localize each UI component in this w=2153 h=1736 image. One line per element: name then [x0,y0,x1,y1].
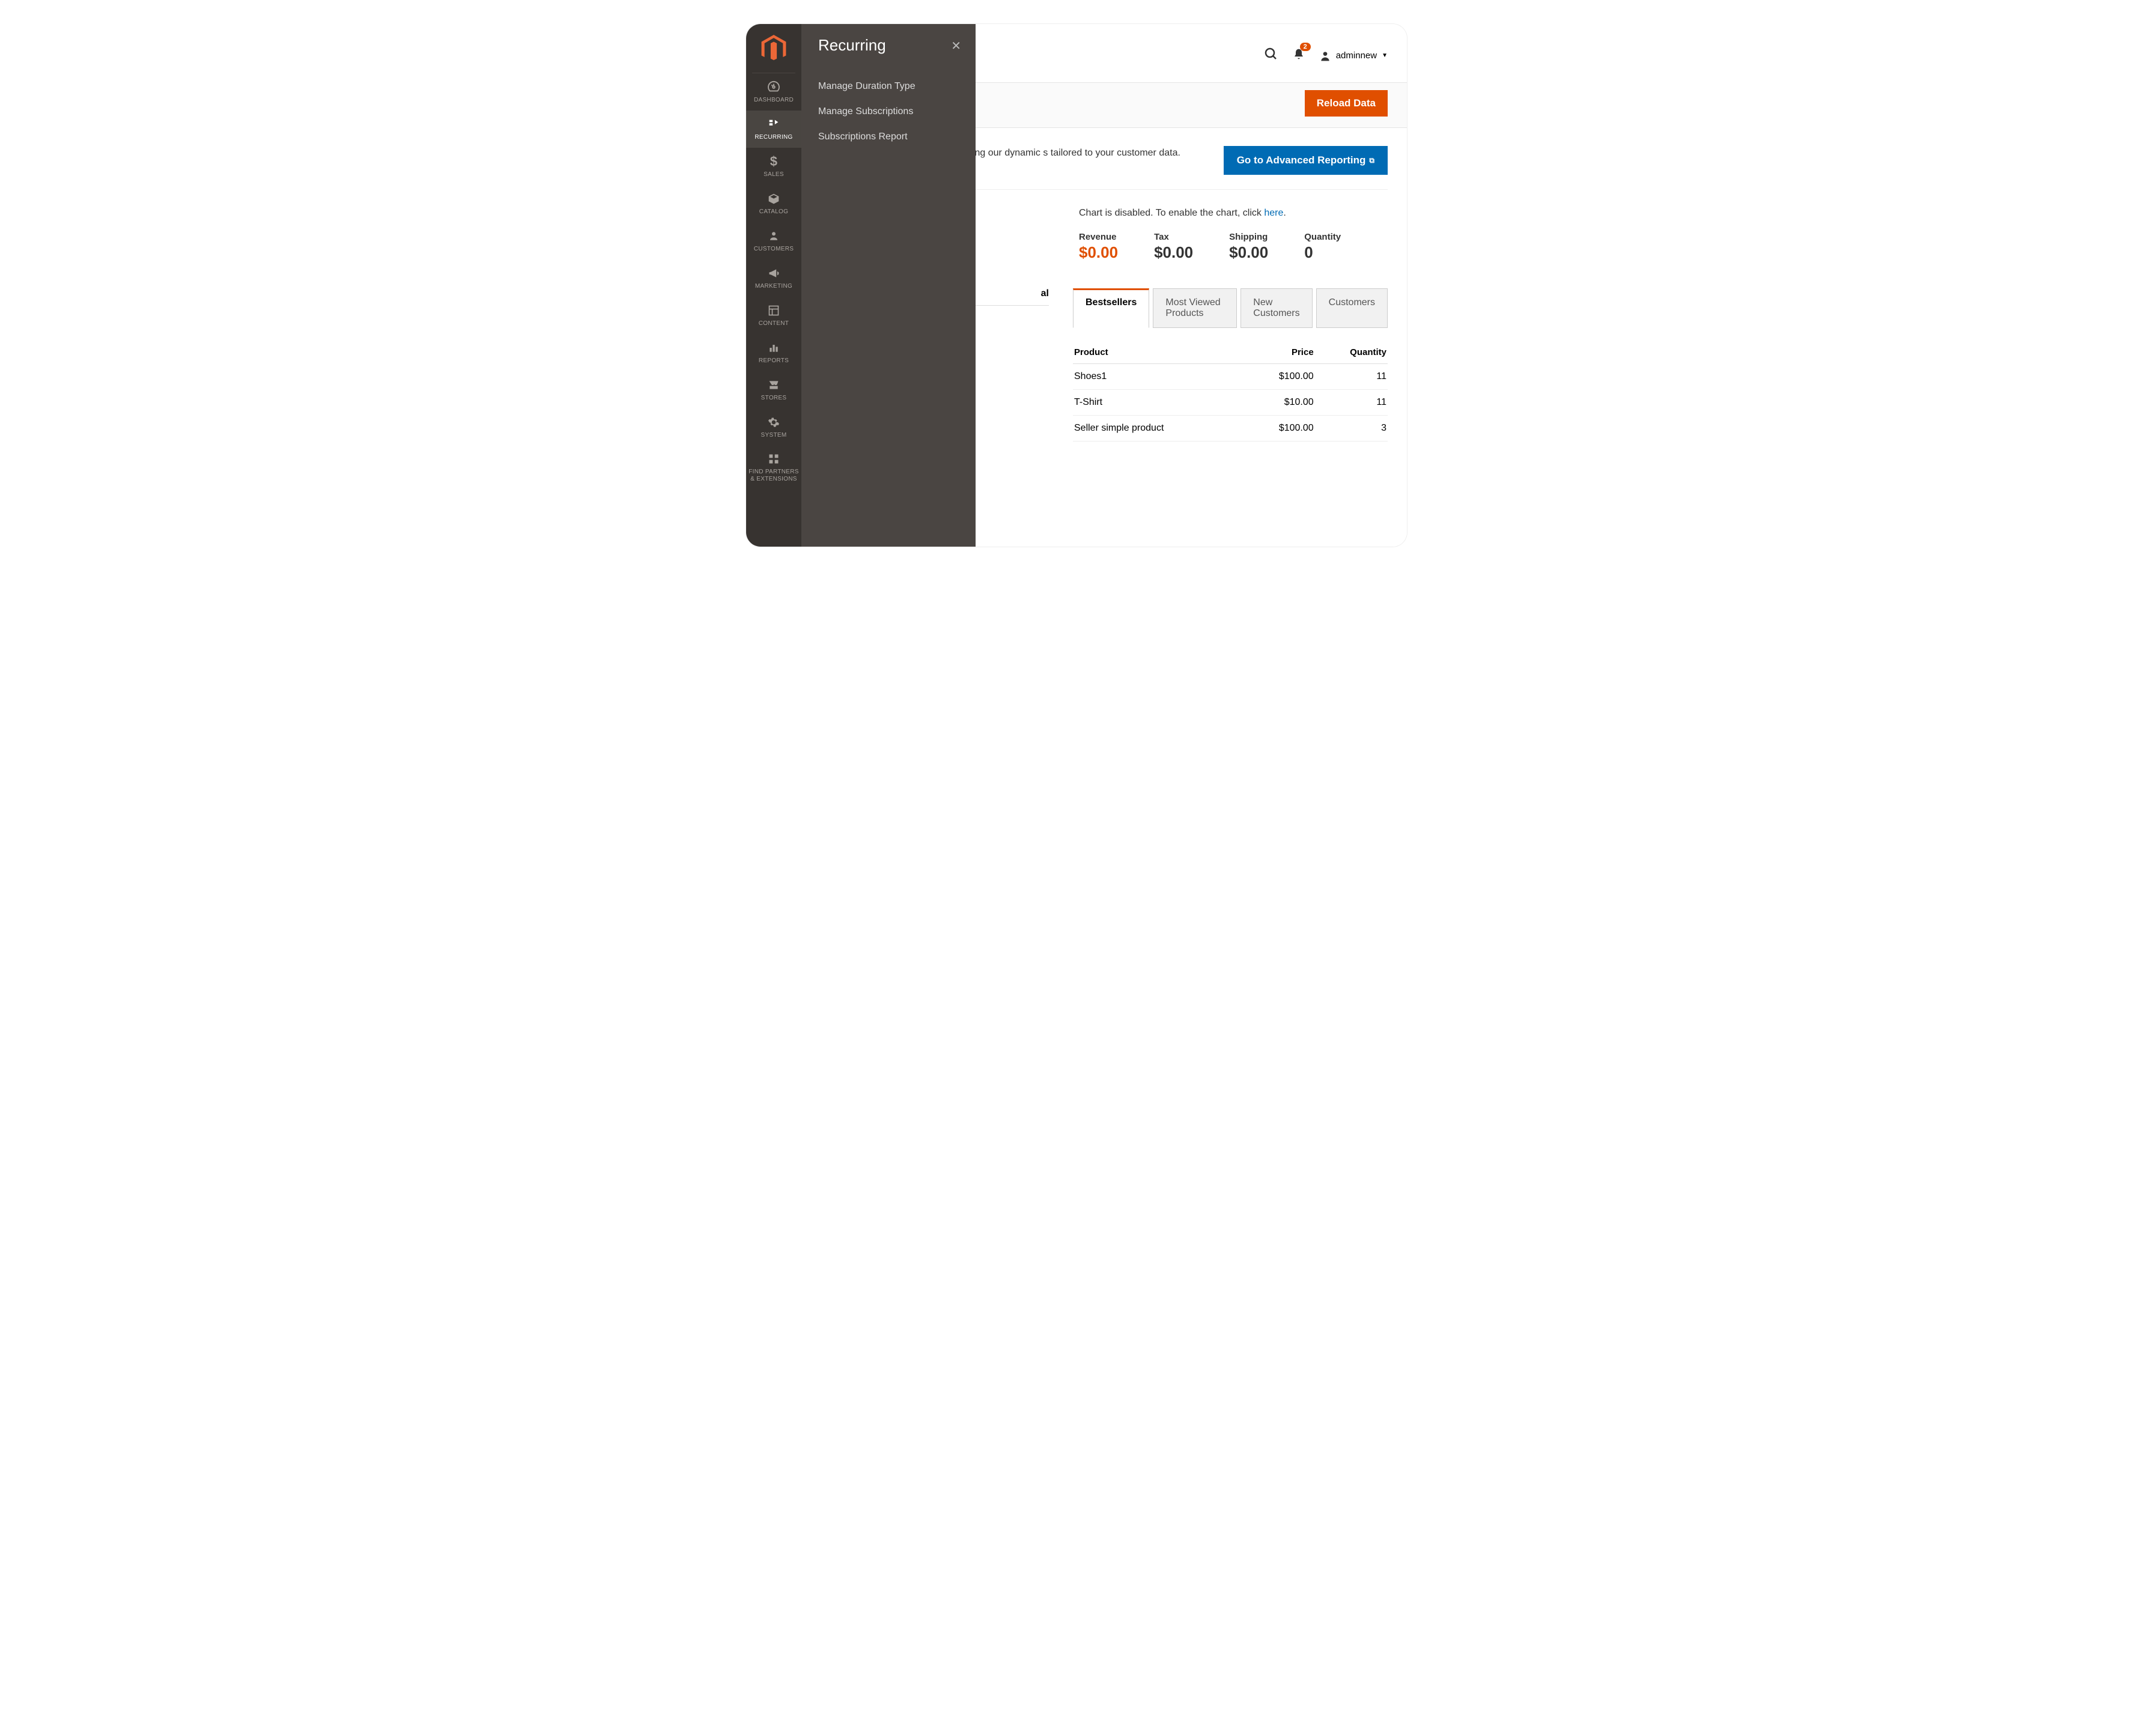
search-icon[interactable] [1264,47,1278,64]
admin-sidebar: DASHBOARD RECURRING $ SALES CATALOG CUST… [746,24,801,547]
tab-bestsellers[interactable]: Bestsellers [1073,288,1149,328]
nav-label: DASHBOARD [754,97,794,104]
gauge-icon [767,80,781,94]
col-product: Product [1073,341,1245,364]
nav-customers[interactable]: CUSTOMERS [746,222,801,259]
nav-label: CUSTOMERS [754,246,794,253]
nav-system[interactable]: SYSTEM [746,408,801,446]
nav-partners[interactable]: FIND PARTNERS & EXTENSIONS [746,446,801,489]
username-label: adminnew [1336,50,1377,61]
gear-icon [767,415,781,429]
product-tabs: Bestsellers Most Viewed Products New Cus… [1073,288,1388,328]
reload-data-button[interactable]: Reload Data [1305,90,1388,117]
stat-shipping: Shipping $0.00 [1229,232,1268,262]
nav-reports[interactable]: REPORTS [746,334,801,371]
flyout-manage-duration[interactable]: Manage Duration Type [818,81,959,92]
nav-label: CATALOG [759,208,788,216]
person-icon [767,229,781,243]
stat-revenue: Revenue $0.00 [1079,232,1118,262]
flyout-manage-subscriptions[interactable]: Manage Subscriptions [818,106,959,117]
nav-recurring[interactable]: RECURRING [746,111,801,148]
blocks-icon [767,452,781,466]
stat-label: Shipping [1229,232,1268,242]
flyout-subscriptions-report[interactable]: Subscriptions Report [818,132,959,142]
table-row[interactable]: T-Shirt $10.00 11 [1073,390,1388,416]
nav-label: STORES [761,395,787,402]
nav-catalog[interactable]: CATALOG [746,185,801,222]
magento-logo [752,24,795,73]
nav-label: FIND PARTNERS & EXTENSIONS [749,469,799,483]
advanced-reporting-button[interactable]: Go to Advanced Reporting ⧉ [1224,146,1388,175]
nav-label: SALES [764,171,784,178]
table-row[interactable]: Seller simple product $100.00 3 [1073,416,1388,442]
user-menu[interactable]: adminnew ▼ [1319,50,1388,62]
stat-tax: Tax $0.00 [1154,232,1193,262]
nav-stores[interactable]: STORES [746,371,801,408]
layout-icon [767,303,781,318]
bars-icon [767,341,781,355]
external-link-icon: ⧉ [1369,156,1374,165]
stat-value: 0 [1304,243,1341,262]
stat-label: Tax [1154,232,1193,242]
nav-label: SYSTEM [761,432,787,439]
stat-value: $0.00 [1079,243,1118,262]
nav-label: MARKETING [755,283,792,290]
box-icon [767,192,781,206]
col-price: Price [1245,341,1315,364]
chevron-down-icon: ▼ [1382,52,1388,59]
nav-sales[interactable]: $ SALES [746,148,801,185]
megaphone-icon [767,266,781,281]
enable-chart-link[interactable]: here [1264,208,1283,218]
dollar-icon: $ [767,154,781,169]
table-row[interactable]: Shoes1 $100.00 11 [1073,364,1388,390]
stat-value: $0.00 [1229,243,1268,262]
nav-label: REPORTS [759,357,789,365]
button-label: Go to Advanced Reporting [1237,154,1366,166]
tab-customers[interactable]: Customers [1316,288,1388,328]
nav-dashboard[interactable]: DASHBOARD [746,73,801,111]
recurring-flyout: Recurring ✕ Manage Duration Type Manage … [801,24,976,547]
tab-most-viewed[interactable]: Most Viewed Products [1153,288,1237,328]
stat-quantity: Quantity 0 [1304,232,1341,262]
notifications-icon[interactable]: 2 [1293,47,1305,64]
tab-new-customers[interactable]: New Customers [1240,288,1312,328]
nav-marketing[interactable]: MARKETING [746,259,801,297]
stat-value: $0.00 [1154,243,1193,262]
close-icon[interactable]: ✕ [951,38,961,53]
col-quantity: Quantity [1315,341,1388,364]
nav-label: RECURRING [755,134,792,141]
storefront-icon [767,378,781,392]
stat-label: Quantity [1304,232,1341,242]
nav-content[interactable]: CONTENT [746,297,801,334]
recurring-icon [767,117,781,132]
user-icon [1319,50,1331,62]
flyout-title: Recurring [818,36,959,55]
notification-badge: 2 [1300,43,1311,51]
bestsellers-table: Product Price Quantity Shoes1 $100.00 11 [1073,341,1388,442]
stat-label: Revenue [1079,232,1118,242]
nav-label: CONTENT [759,320,789,327]
